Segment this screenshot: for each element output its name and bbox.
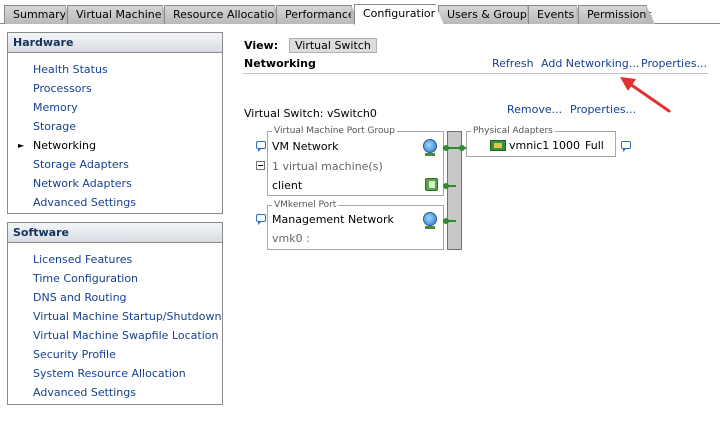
software-header: Software xyxy=(8,223,222,243)
vmkernel-globe-icon xyxy=(423,212,437,229)
vmnic-speed: 1000 xyxy=(552,139,580,152)
vm-network-label: VM Network xyxy=(272,140,339,153)
vm-count: 1 virtual machine(s) xyxy=(272,160,383,173)
add-networking-link[interactable]: Add Networking... xyxy=(541,57,639,70)
hardware-item-networking[interactable]: Networking xyxy=(33,139,96,152)
header-divider xyxy=(243,73,708,74)
view-label: View: xyxy=(244,39,279,52)
tab-events[interactable]: Events xyxy=(528,5,585,24)
tab-label: Permissions xyxy=(587,8,653,21)
vswitch-title: Virtual Switch: vSwitch0 xyxy=(244,107,377,120)
vmnic-duplex: Full xyxy=(585,139,604,152)
software-item-system-resource-allocation[interactable]: System Resource Allocation xyxy=(33,367,186,380)
tab-label: Summary xyxy=(13,8,67,21)
hardware-item-processors[interactable]: Processors xyxy=(33,82,92,95)
networking-title: Networking xyxy=(244,57,316,70)
tab-label: Users & Groups xyxy=(447,8,533,21)
hardware-item-storage-adapters[interactable]: Storage Adapters xyxy=(33,158,129,171)
management-network-label: Management Network xyxy=(272,213,394,226)
software-item-licensed-features[interactable]: Licensed Features xyxy=(33,253,132,266)
software-item-advanced-settings[interactable]: Advanced Settings xyxy=(33,386,136,399)
tab-performance[interactable]: Performance xyxy=(276,5,360,24)
vmk-port-label: vmk0 : xyxy=(272,232,310,245)
wire-dot xyxy=(443,145,449,151)
hardware-header: Hardware xyxy=(8,33,222,53)
collapse-icon[interactable] xyxy=(256,161,265,170)
wire-dot xyxy=(443,218,449,224)
networking-properties-link[interactable]: Properties... xyxy=(641,57,707,70)
physical-adapters-title: Physical Adapters xyxy=(471,125,555,137)
software-item-time-configuration[interactable]: Time Configuration xyxy=(33,272,138,285)
tab-label: Resource Allocation xyxy=(173,8,282,21)
vmkernel-port-title: VMkernel Port xyxy=(272,199,339,211)
tab-resource-allocation[interactable]: Resource Allocation xyxy=(164,5,283,24)
tab-configuration[interactable]: Configuration xyxy=(354,4,444,25)
view-virtual-switch-button[interactable]: Virtual Switch xyxy=(289,38,377,53)
refresh-link[interactable]: Refresh xyxy=(492,57,534,70)
tab-permissions[interactable]: Permissions xyxy=(578,5,655,24)
tab-users-groups[interactable]: Users & Groups xyxy=(438,5,536,24)
vmnic-name: vmnic1 xyxy=(509,139,550,152)
vm-port-group: Virtual Machine Port Group VM Network 1 … xyxy=(267,125,444,196)
software-panel: Software Licensed Features Time Configur… xyxy=(7,222,223,405)
tab-virtual-machines[interactable]: Virtual Machines xyxy=(67,5,171,24)
tab-strip: Summary Virtual Machines Resource Alloca… xyxy=(0,0,720,25)
tab-label: Virtual Machines xyxy=(76,8,168,21)
vswitch-properties-link[interactable]: Properties... xyxy=(570,103,636,116)
hardware-item-memory[interactable]: Memory xyxy=(33,101,78,114)
hardware-item-health-status[interactable]: Health Status xyxy=(33,63,108,76)
vm-network-info-icon[interactable] xyxy=(256,141,266,152)
software-item-dns-routing[interactable]: DNS and Routing xyxy=(33,291,127,304)
vm-icon xyxy=(425,178,438,191)
vm-port-group-title: Virtual Machine Port Group xyxy=(272,125,397,137)
tab-label: Performance xyxy=(285,8,355,21)
vswitch-remove-link[interactable]: Remove... xyxy=(507,103,562,116)
wire-dot xyxy=(443,183,449,189)
software-item-security-profile[interactable]: Security Profile xyxy=(33,348,116,361)
tab-label: Events xyxy=(537,8,575,21)
vmkernel-port-group: VMkernel Port Management Network vmk0 : xyxy=(267,199,444,250)
hardware-item-network-adapters[interactable]: Network Adapters xyxy=(33,177,132,190)
selected-bullet-icon: ► xyxy=(18,141,25,150)
tab-summary[interactable]: Summary xyxy=(4,5,74,24)
hardware-item-storage[interactable]: Storage xyxy=(33,120,76,133)
adapter-info-icon[interactable] xyxy=(621,141,631,152)
port-group-globe-icon xyxy=(423,139,437,156)
hardware-item-advanced-settings[interactable]: Advanced Settings xyxy=(33,196,136,209)
physical-adapters-group: Physical Adapters vmnic1 1000 Full xyxy=(466,125,616,157)
vm-client-label[interactable]: client xyxy=(272,179,302,192)
management-network-info-icon[interactable] xyxy=(256,214,266,225)
hardware-panel: Hardware Health Status Processors Memory… xyxy=(7,32,223,214)
software-item-vm-swapfile[interactable]: Virtual Machine Swapfile Location xyxy=(33,329,218,342)
nic-icon xyxy=(490,140,506,151)
software-item-vm-startup-shutdown[interactable]: Virtual Machine Startup/Shutdown xyxy=(33,310,221,323)
tab-label: Configuration xyxy=(363,7,438,20)
